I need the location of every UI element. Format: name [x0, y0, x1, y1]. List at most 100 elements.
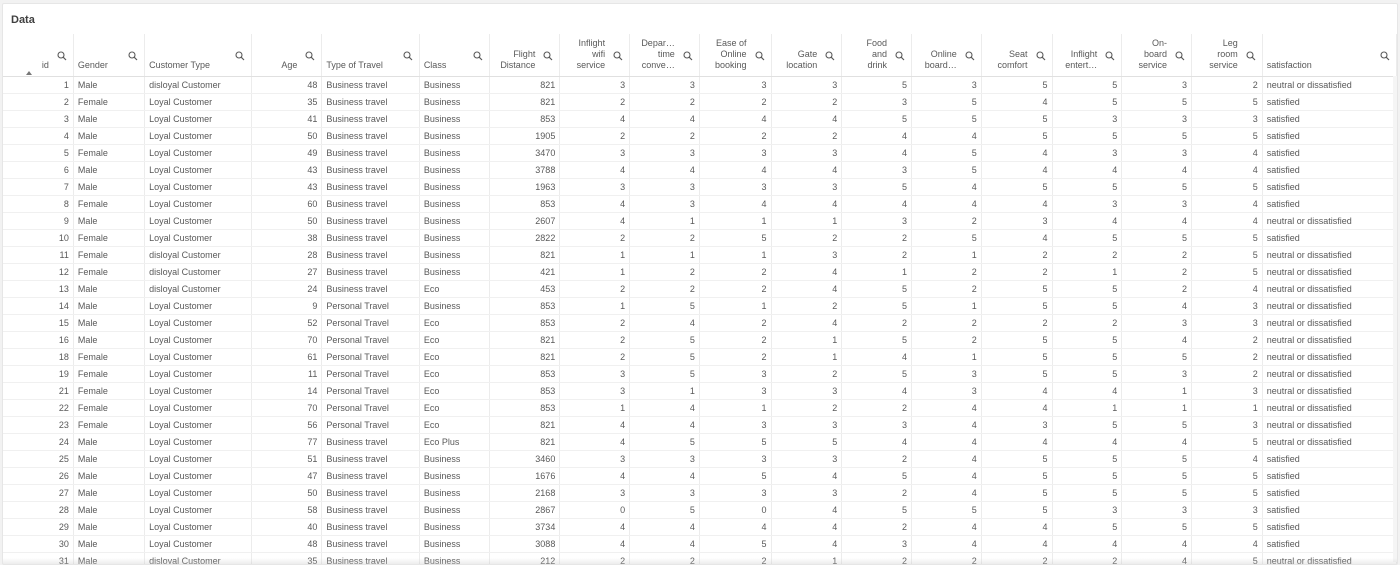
- cell-ease-online-booking[interactable]: 4: [699, 518, 772, 536]
- cell-class[interactable]: Eco: [419, 416, 491, 434]
- cell-gender[interactable]: Male: [73, 127, 146, 145]
- cell-type-of-travel[interactable]: Business travel: [321, 161, 420, 179]
- search-icon[interactable]: [1246, 51, 1256, 61]
- cell-leg-room[interactable]: 5: [1191, 263, 1263, 281]
- cell-online-boarding[interactable]: 2: [911, 263, 982, 281]
- cell-gate-location[interactable]: 4: [771, 280, 843, 298]
- cell-type-of-travel[interactable]: Business travel: [321, 501, 420, 519]
- search-icon[interactable]: [754, 51, 765, 61]
- table-row[interactable]: 8 Female Loyal Customer 60 Business travel Bu…: [3, 195, 1397, 213]
- column-header-seat-comfort[interactable]: Seat comfort: [981, 34, 1053, 77]
- cell-online-boarding[interactable]: 4: [911, 518, 982, 536]
- cell-seat-comfort[interactable]: 2: [981, 552, 1053, 564]
- cell-gender[interactable]: Male: [73, 161, 146, 179]
- cell-ease-online-booking[interactable]: 5: [699, 535, 772, 553]
- cell-ease-online-booking[interactable]: 5: [699, 467, 772, 485]
- cell-customer-type[interactable]: disloyal Customer: [144, 552, 252, 564]
- cell-leg-room[interactable]: 4: [1191, 144, 1263, 162]
- cell-satisfaction[interactable]: neutral or dissatisfied: [1262, 552, 1397, 564]
- cell-ease-online-booking[interactable]: 2: [699, 93, 772, 111]
- cell-customer-type[interactable]: Loyal Customer: [144, 501, 252, 519]
- cell-customer-type[interactable]: Loyal Customer: [144, 399, 252, 417]
- cell-inflight-entertainment[interactable]: 5: [1052, 348, 1123, 366]
- cell-gender[interactable]: Female: [73, 93, 146, 111]
- cell-customer-type[interactable]: Loyal Customer: [144, 348, 252, 366]
- cell-food-drink[interactable]: 3: [841, 535, 913, 553]
- cell-inflight-wifi[interactable]: 2: [559, 127, 631, 145]
- cell-leg-room[interactable]: 5: [1191, 518, 1263, 536]
- cell-ease-online-booking[interactable]: 1: [699, 297, 772, 315]
- cell-type-of-travel[interactable]: Personal Travel: [321, 331, 420, 349]
- cell-departure-convenience[interactable]: 5: [629, 297, 700, 315]
- cell-type-of-travel[interactable]: Business travel: [321, 433, 420, 451]
- cell-inflight-wifi[interactable]: 2: [559, 348, 631, 366]
- cell-seat-comfort[interactable]: 3: [981, 416, 1053, 434]
- cell-gate-location[interactable]: 3: [771, 416, 843, 434]
- cell-departure-convenience[interactable]: 3: [629, 76, 700, 94]
- cell-customer-type[interactable]: Loyal Customer: [144, 467, 252, 485]
- cell-departure-convenience[interactable]: 4: [629, 161, 700, 179]
- cell-id[interactable]: 1: [3, 76, 74, 94]
- cell-age[interactable]: 60: [251, 195, 323, 213]
- cell-flight-distance[interactable]: 821: [489, 76, 561, 94]
- cell-class[interactable]: Business: [419, 246, 491, 264]
- cell-online-boarding[interactable]: 1: [911, 297, 982, 315]
- cell-customer-type[interactable]: Loyal Customer: [144, 416, 252, 434]
- cell-inflight-entertainment[interactable]: 3: [1052, 110, 1123, 128]
- cell-food-drink[interactable]: 3: [841, 93, 913, 111]
- cell-departure-convenience[interactable]: 1: [629, 246, 700, 264]
- cell-departure-convenience[interactable]: 4: [629, 110, 700, 128]
- cell-gate-location[interactable]: 3: [771, 144, 843, 162]
- cell-food-drink[interactable]: 2: [841, 484, 913, 502]
- cell-seat-comfort[interactable]: 4: [981, 399, 1053, 417]
- cell-class[interactable]: Business: [419, 110, 491, 128]
- cell-type-of-travel[interactable]: Personal Travel: [321, 382, 420, 400]
- cell-seat-comfort[interactable]: 5: [981, 484, 1053, 502]
- cell-id[interactable]: 2: [3, 93, 74, 111]
- cell-id[interactable]: 5: [3, 144, 74, 162]
- cell-flight-distance[interactable]: 2867: [489, 501, 561, 519]
- cell-customer-type[interactable]: Loyal Customer: [144, 178, 252, 196]
- cell-inflight-wifi[interactable]: 4: [559, 161, 631, 179]
- cell-food-drink[interactable]: 5: [841, 501, 913, 519]
- cell-leg-room[interactable]: 2: [1191, 76, 1263, 94]
- cell-gender[interactable]: Male: [73, 110, 146, 128]
- cell-class[interactable]: Business: [419, 263, 491, 281]
- cell-id[interactable]: 25: [3, 450, 74, 468]
- cell-satisfaction[interactable]: satisfied: [1262, 127, 1397, 145]
- cell-inflight-wifi[interactable]: 2: [559, 552, 631, 564]
- cell-type-of-travel[interactable]: Business travel: [321, 552, 420, 564]
- vertical-scrollbar[interactable]: [1393, 76, 1397, 562]
- cell-online-boarding[interactable]: 4: [911, 535, 982, 553]
- cell-seat-comfort[interactable]: 4: [981, 93, 1053, 111]
- cell-online-boarding[interactable]: 5: [911, 229, 982, 247]
- search-icon[interactable]: [128, 51, 138, 61]
- cell-age[interactable]: 40: [251, 518, 323, 536]
- search-icon[interactable]: [403, 51, 413, 61]
- column-header-customer-type[interactable]: Customer Type: [144, 34, 252, 77]
- cell-departure-convenience[interactable]: 3: [629, 484, 700, 502]
- cell-gender[interactable]: Male: [73, 297, 146, 315]
- table-row[interactable]: 27 Male Loyal Customer 50 Business travel Bus…: [3, 484, 1397, 502]
- cell-leg-room[interactable]: 4: [1191, 212, 1263, 230]
- table-row[interactable]: 19 Female Loyal Customer 11 Personal Travel E…: [3, 365, 1397, 383]
- cell-gate-location[interactable]: 4: [771, 501, 843, 519]
- cell-gate-location[interactable]: 4: [771, 161, 843, 179]
- cell-inflight-entertainment[interactable]: 5: [1052, 76, 1123, 94]
- cell-class[interactable]: Business: [419, 127, 491, 145]
- cell-flight-distance[interactable]: 3088: [489, 535, 561, 553]
- cell-inflight-entertainment[interactable]: 1: [1052, 263, 1123, 281]
- cell-gate-location[interactable]: 3: [771, 484, 843, 502]
- cell-age[interactable]: 48: [251, 535, 323, 553]
- table-row[interactable]: 9 Male Loyal Customer 50 Business travel Busi…: [3, 212, 1397, 230]
- cell-inflight-entertainment[interactable]: 4: [1052, 161, 1123, 179]
- cell-inflight-wifi[interactable]: 3: [559, 382, 631, 400]
- cell-inflight-wifi[interactable]: 2: [559, 314, 631, 332]
- cell-gate-location[interactable]: 5: [771, 433, 843, 451]
- cell-seat-comfort[interactable]: 5: [981, 76, 1053, 94]
- cell-gender[interactable]: Female: [73, 246, 146, 264]
- table-row[interactable]: 16 Male Loyal Customer 70 Personal Travel Eco…: [3, 331, 1397, 349]
- cell-satisfaction[interactable]: neutral or dissatisfied: [1262, 433, 1397, 451]
- cell-seat-comfort[interactable]: 5: [981, 501, 1053, 519]
- cell-onboard-service[interactable]: 5: [1121, 484, 1193, 502]
